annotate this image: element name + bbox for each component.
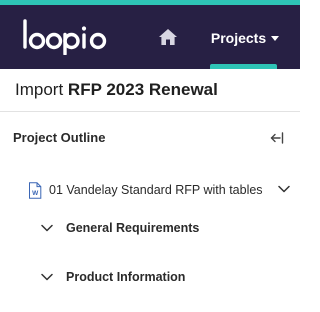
chevron-down-icon[interactable] <box>278 185 290 193</box>
word-document-icon: W <box>29 181 42 199</box>
project-outline-heading: Project Outline <box>13 130 106 145</box>
page-title-prefix: Import <box>15 80 64 99</box>
loopio-logo[interactable]: loopio <box>22 17 114 55</box>
outline-document-item[interactable]: W 01 Vandelay Standard RFP with tables <box>28 180 294 200</box>
page-title-project-name: RFP 2023 Renewal <box>67 80 218 99</box>
projects-menu-button[interactable]: Projects <box>203 20 287 56</box>
caret-down-icon <box>271 36 280 41</box>
top-navigation-bar: loopio Projects <box>0 0 300 69</box>
chevron-down-icon[interactable] <box>41 273 53 281</box>
home-icon[interactable] <box>158 28 178 46</box>
svg-text:W: W <box>32 190 39 197</box>
active-tab-indicator <box>210 64 277 69</box>
document-label: 01 Vandelay Standard RFP with tables <box>49 183 263 197</box>
projects-label: Projects <box>210 30 267 46</box>
collapse-left-icon[interactable] <box>270 131 284 145</box>
section-label: Product Information <box>66 270 186 284</box>
outline-section-general-requirements[interactable]: General Requirements <box>41 219 261 237</box>
page-title: Import RFP 2023 Renewal <box>15 80 218 100</box>
section-label: General Requirements <box>66 221 200 235</box>
accent-stripe <box>0 0 300 5</box>
chevron-down-icon[interactable] <box>41 224 53 232</box>
outline-section-product-information[interactable]: Product Information <box>41 268 261 286</box>
header-divider <box>0 111 300 112</box>
